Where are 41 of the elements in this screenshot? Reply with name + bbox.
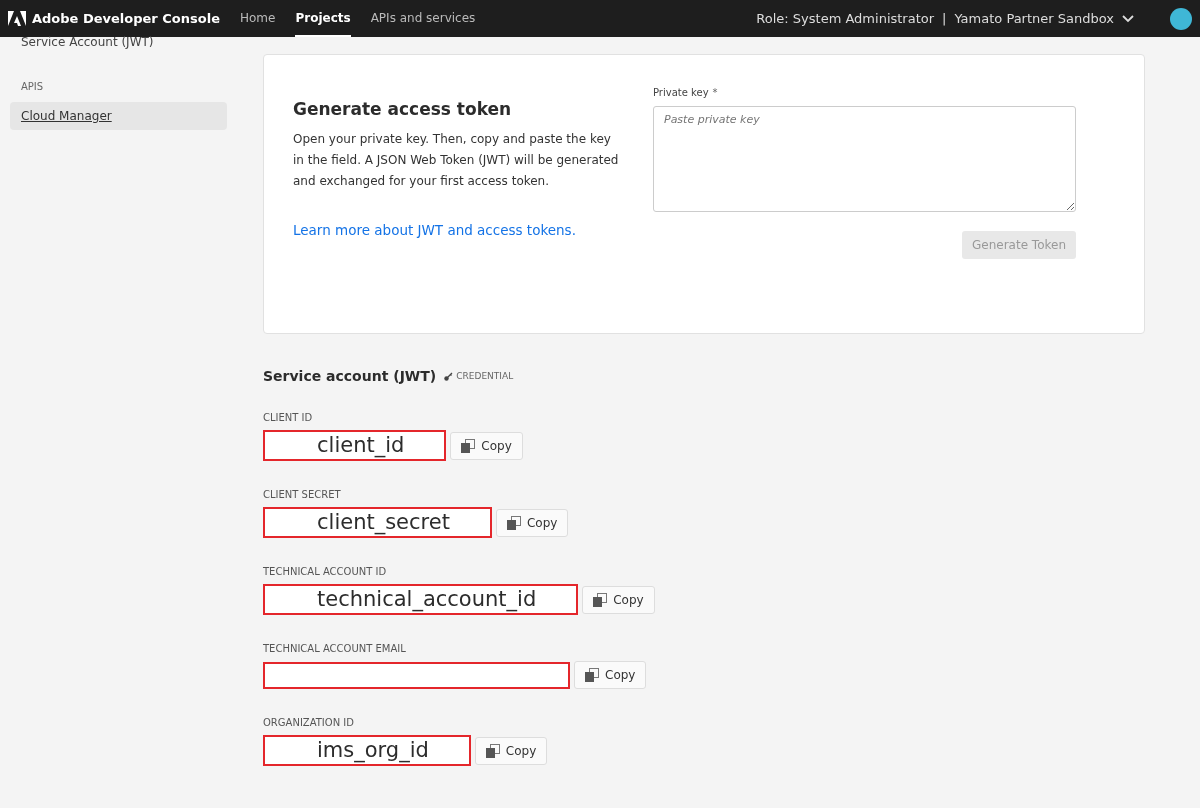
- app-title: Adobe Developer Console: [32, 11, 220, 26]
- copy-button[interactable]: Copy: [495, 508, 569, 537]
- copy-button[interactable]: Copy: [582, 585, 655, 614]
- copy-button[interactable]: Copy: [450, 431, 523, 460]
- chevron-down-icon[interactable]: [1122, 14, 1134, 23]
- nav-tab[interactable]: Projects: [295, 0, 351, 37]
- sidebar-item[interactable]: Cloud Manager: [10, 102, 227, 130]
- key-icon: [444, 371, 454, 381]
- field-label: TECHNICAL ACCOUNT ID: [263, 566, 388, 577]
- sidebar-item[interactable]: Service Account (JWT): [10, 35, 228, 49]
- required-mark: *: [712, 87, 718, 98]
- field-label: TECHNICAL ACCOUNT EMAIL: [263, 643, 407, 654]
- copy-icon: [485, 743, 500, 758]
- copy-button[interactable]: Copy: [574, 661, 647, 689]
- nav-tab[interactable]: APIs and services: [370, 0, 476, 37]
- learn-more-link[interactable]: Learn more about JWT and access tokens.: [293, 222, 576, 238]
- value-field: technical_account_id: [263, 584, 579, 615]
- field-label: ORGANIZATION ID: [263, 717, 355, 728]
- field-label: CLIENT SECRET: [263, 489, 342, 500]
- credential-tag: CREDENTIAL: [456, 371, 514, 381]
- copy-icon: [593, 592, 608, 607]
- card-title: Generate access token: [293, 99, 513, 119]
- card-description: Open your private key. Then, copy and paste the key in the field. A JSON Web Token (JWT) will be generated and exchanged for your first access token.: [293, 131, 620, 190]
- nav-tab[interactable]: Home: [240, 0, 276, 37]
- copy-icon: [461, 438, 476, 453]
- avatar[interactable]: [1170, 7, 1192, 30]
- field-label: CLIENT ID: [263, 412, 314, 423]
- copy-icon: [585, 668, 599, 682]
- value-field: client_secret: [263, 507, 492, 538]
- value-field: ims_org_id: [263, 735, 471, 766]
- copy-icon: [506, 515, 521, 530]
- private-key-field[interactable]: Paste private key: [653, 106, 1076, 212]
- value-field: client_id: [263, 430, 447, 461]
- copy-button[interactable]: Copy: [474, 736, 548, 765]
- logo-icon: [8, 10, 26, 27]
- role-text: Role: System Administrator: [756, 11, 935, 26]
- field-label: Private key: [653, 87, 709, 98]
- separator-text: |: [942, 11, 947, 26]
- section-title: Service account (JWT): [263, 368, 437, 384]
- org-switcher[interactable]: Yamato Partner Sandbox: [954, 11, 1114, 26]
- section-heading: APIS: [20, 81, 45, 92]
